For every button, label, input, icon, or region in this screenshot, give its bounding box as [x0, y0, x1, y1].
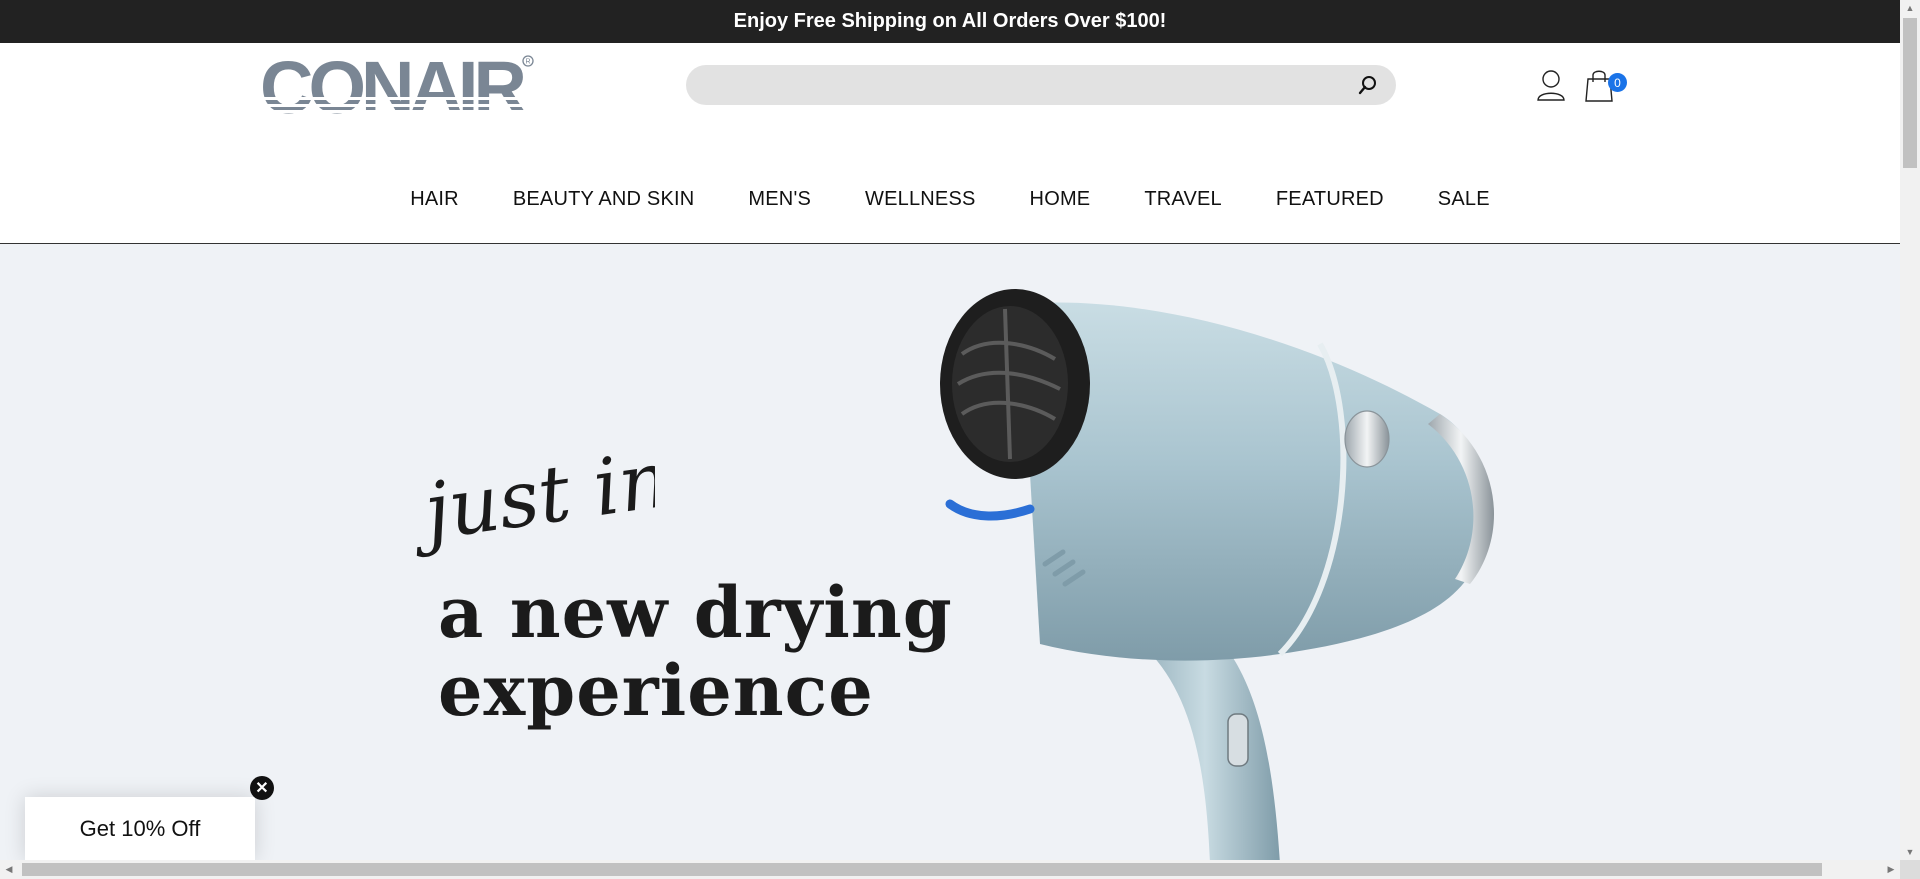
discount-tab[interactable]: Get 10% Off — [25, 797, 255, 860]
scroll-left-arrow-icon[interactable]: ◀ — [0, 860, 18, 879]
cart-count-badge: 0 — [1608, 73, 1627, 92]
conair-logo[interactable]: CONAIR R — [260, 53, 535, 123]
svg-text:CONAIR: CONAIR — [260, 53, 525, 123]
main-nav: HAIR BEAUTY AND SKIN MEN'S WELLNESS HOME… — [0, 188, 1900, 211]
hero-headline-line-2: experience — [438, 649, 874, 732]
search-icon[interactable] — [1358, 75, 1378, 95]
nav-item-hair[interactable]: HAIR — [383, 188, 486, 211]
site-header: CONAIR R 0 HAIR BEAUTY AND SKIN MEN'S WE… — [0, 43, 1900, 244]
vertical-scrollbar-thumb[interactable] — [1903, 18, 1917, 168]
hero-banner[interactable]: just in! a new drying experience — [0, 244, 1900, 860]
nav-item-featured[interactable]: FEATURED — [1249, 188, 1411, 211]
horizontal-scrollbar[interactable]: ◀ ▶ — [0, 860, 1900, 879]
search-bar[interactable] — [686, 65, 1396, 107]
hero-headline: a new drying experience — [438, 574, 953, 730]
vertical-scrollbar[interactable]: ▲ ▼ — [1900, 0, 1920, 860]
discount-tab-label: Get 10% Off — [79, 815, 201, 841]
horizontal-scrollbar-thumb[interactable] — [22, 863, 1822, 876]
nav-item-wellness[interactable]: WELLNESS — [838, 188, 1003, 211]
account-icon[interactable] — [1536, 69, 1566, 101]
nav-item-beauty-and-skin[interactable]: BEAUTY AND SKIN — [486, 188, 722, 211]
announcement-text: Enjoy Free Shipping on All Orders Over $… — [733, 10, 1167, 32]
search-input[interactable] — [706, 65, 1330, 107]
scroll-up-arrow-icon[interactable]: ▲ — [1900, 0, 1920, 16]
hero-headline-line-1: a new drying — [438, 571, 953, 654]
close-icon[interactable]: ✕ — [250, 776, 274, 800]
svg-text:R: R — [526, 59, 531, 66]
hero-script-text: just in! — [404, 429, 706, 579]
nav-item-sale[interactable]: SALE — [1411, 188, 1517, 211]
nav-item-mens[interactable]: MEN'S — [721, 188, 838, 211]
nav-item-home[interactable]: HOME — [1003, 188, 1118, 211]
scroll-down-arrow-icon[interactable]: ▼ — [1900, 844, 1920, 860]
hair-dryer-image — [880, 264, 1580, 860]
announcement-bar: Enjoy Free Shipping on All Orders Over $… — [0, 0, 1900, 43]
svg-text:just in!: just in! — [415, 430, 655, 560]
nav-item-travel[interactable]: TRAVEL — [1117, 188, 1249, 211]
scroll-right-arrow-icon[interactable]: ▶ — [1882, 860, 1900, 879]
scrollbar-corner — [1900, 860, 1920, 879]
